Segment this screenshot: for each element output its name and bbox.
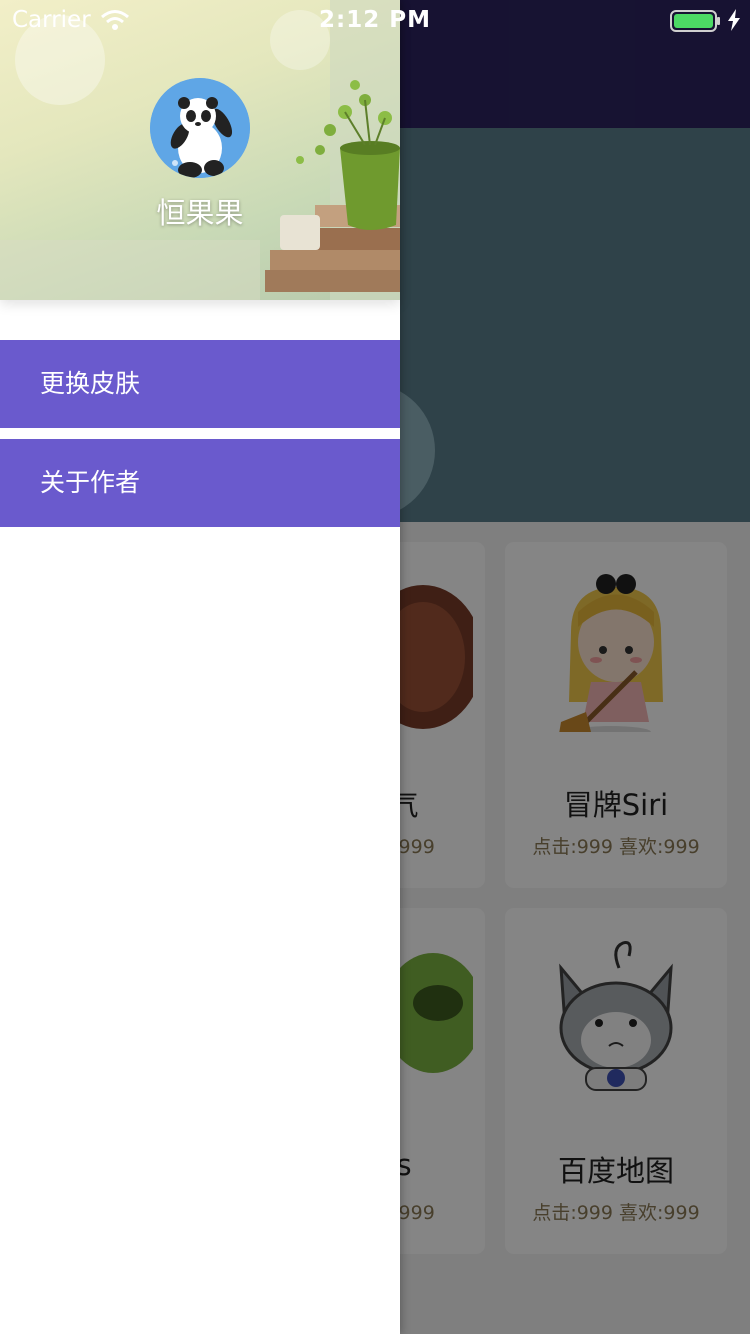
user-avatar[interactable]	[150, 78, 250, 178]
battery-icon	[670, 10, 720, 32]
drawer-header: 恒果果	[0, 0, 400, 300]
panda-avatar-icon	[150, 78, 250, 178]
user-name: 恒果果	[156, 196, 244, 230]
charging-bolt-icon	[728, 9, 740, 31]
status-bar: Carrier 2:12 PM	[0, 0, 750, 40]
menu-item-label: 关于作者	[40, 468, 141, 497]
menu-item-change-skin[interactable]: 更换皮肤	[0, 340, 400, 428]
menu-item-label: 更换皮肤	[40, 369, 141, 398]
side-drawer: 恒果果 更换皮肤 关于作者	[0, 0, 400, 1334]
menu-item-about-author[interactable]: 关于作者	[0, 439, 400, 527]
status-time: 2:12 PM	[319, 7, 431, 33]
